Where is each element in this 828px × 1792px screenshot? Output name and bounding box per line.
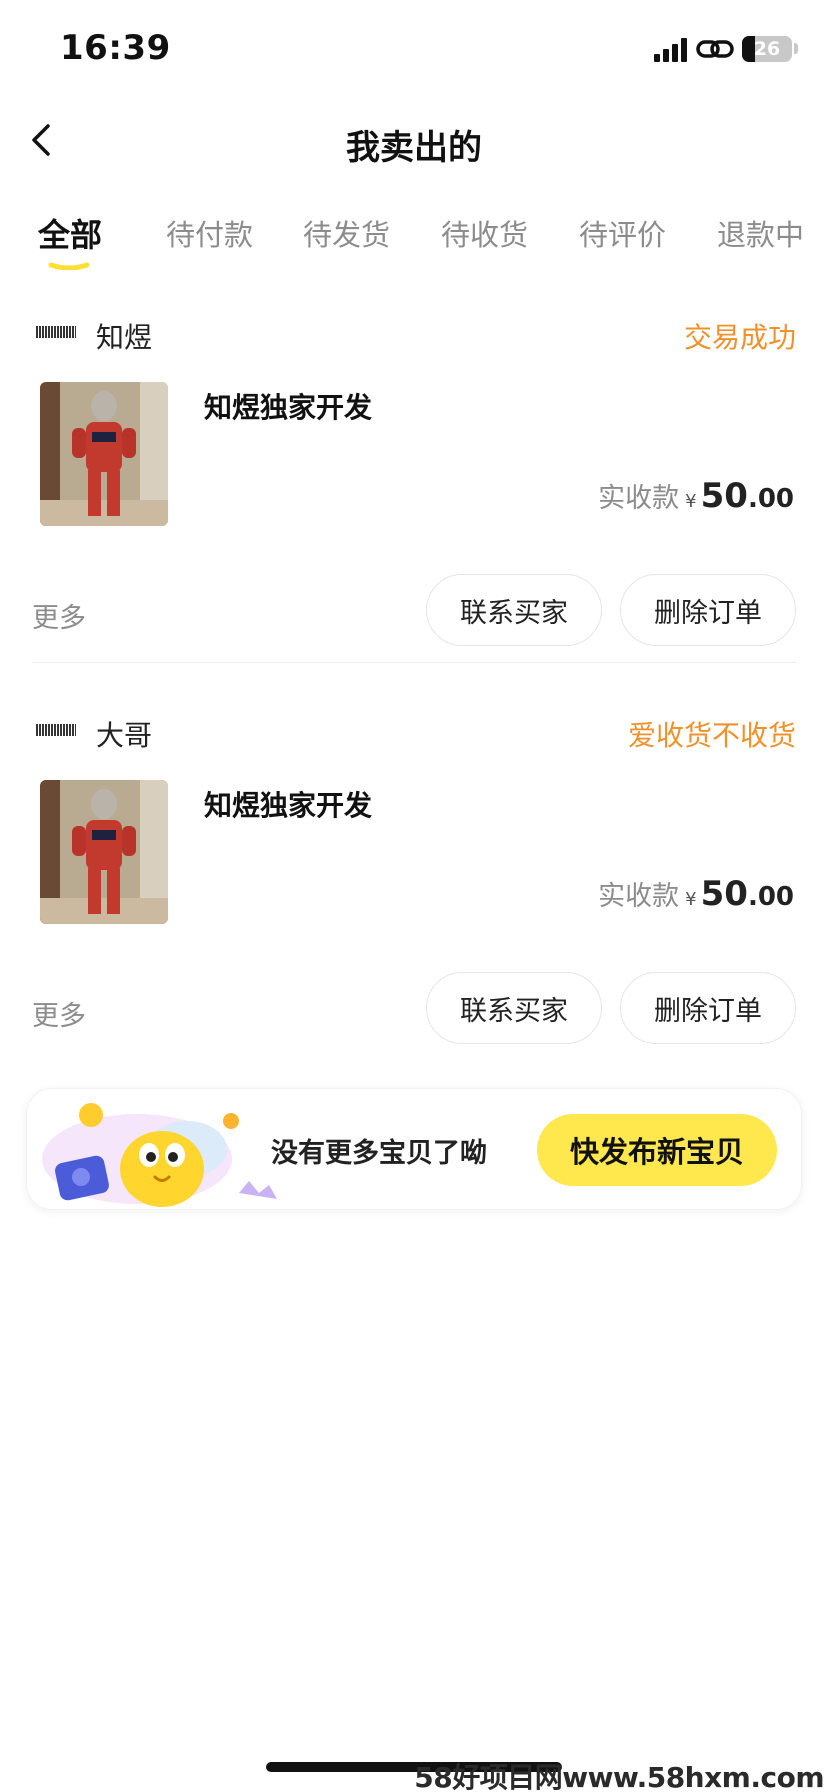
- item-title[interactable]: 知煜独家开发: [204, 784, 372, 824]
- buyer-name[interactable]: 大哥: [96, 714, 152, 754]
- order-tabs: 全部 待付款 待发货 待收货 待评价 退款中: [0, 212, 828, 280]
- more-link[interactable]: 更多: [32, 596, 86, 635]
- publish-new-item-button[interactable]: 快发布新宝贝: [537, 1114, 777, 1186]
- order-card: 大哥 爱收货不收货 知煜独家开发 实收款 ¥50.00 更多 联系买家 删除订单: [0, 714, 828, 1064]
- tab-pending-receipt[interactable]: 待收货: [441, 212, 528, 254]
- active-tab-indicator: [48, 262, 90, 270]
- received-amount: 实收款 ¥50.00: [598, 476, 794, 516]
- tab-pending-review[interactable]: 待评价: [579, 212, 666, 254]
- price-decimal: .00: [747, 882, 794, 912]
- delete-order-button[interactable]: 删除订单: [620, 574, 796, 646]
- page-title: 我卖出的: [346, 128, 482, 168]
- item-title[interactable]: 知煜独家开发: [204, 386, 372, 426]
- tab-refunding[interactable]: 退款中: [717, 212, 804, 254]
- watermark-text: 58好项目网www.58hxm.com: [414, 1761, 824, 1792]
- price-label: 实收款: [598, 881, 680, 912]
- price-label: 实收款: [598, 483, 680, 514]
- mascot-illustration: [42, 1103, 277, 1207]
- no-more-items-text: 没有更多宝贝了呦: [271, 1138, 487, 1169]
- order-card: 知煜 交易成功 知煜独家开发 实收款 ¥50.00 更多 联系买家 删除订单: [0, 316, 828, 666]
- contact-buyer-button[interactable]: 联系买家: [426, 574, 602, 646]
- order-status: 爱收货不收货: [627, 719, 796, 752]
- currency-symbol: ¥: [685, 491, 697, 512]
- received-amount: 实收款 ¥50.00: [598, 874, 794, 914]
- order-divider: [32, 662, 796, 663]
- nav-bar: 我卖出的: [0, 100, 828, 180]
- battery-tip: [794, 43, 798, 54]
- currency-symbol: ¥: [685, 889, 697, 910]
- delete-order-button[interactable]: 删除订单: [620, 972, 796, 1044]
- battery-icon: 26: [742, 36, 792, 62]
- contact-buyer-button[interactable]: 联系买家: [426, 972, 602, 1044]
- tab-pending-payment[interactable]: 待付款: [166, 212, 253, 254]
- buyer-avatar: [36, 326, 76, 338]
- price-integer: 50: [700, 874, 748, 914]
- item-thumbnail[interactable]: [40, 780, 168, 924]
- status-bar: 16:39 26: [0, 0, 828, 100]
- tab-all[interactable]: 全部: [38, 210, 102, 256]
- cellular-signal-icon: [654, 38, 688, 62]
- price-decimal: .00: [747, 484, 794, 514]
- more-link[interactable]: 更多: [32, 994, 86, 1033]
- link-icon: [696, 40, 734, 58]
- buyer-name[interactable]: 知煜: [96, 316, 152, 356]
- battery-percent: 26: [753, 38, 781, 60]
- status-time: 16:39: [60, 28, 171, 68]
- price-integer: 50: [700, 476, 748, 516]
- buyer-avatar: [36, 724, 76, 736]
- order-status: 交易成功: [683, 321, 796, 354]
- no-more-items-banner: 没有更多宝贝了呦 快发布新宝贝: [26, 1088, 802, 1210]
- item-thumbnail[interactable]: [40, 382, 168, 526]
- tab-pending-shipment[interactable]: 待发货: [303, 212, 390, 254]
